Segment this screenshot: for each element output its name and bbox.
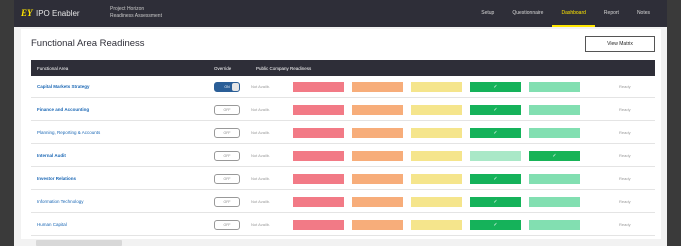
readiness-scale-cell[interactable] <box>411 128 462 138</box>
table-row: Planning, Reporting & Accounts OFF Not Ava… <box>31 123 655 144</box>
readiness-status: Not Availb. <box>251 130 271 135</box>
readiness-status: Not Availb. <box>251 222 271 227</box>
ready-label: Ready <box>619 84 631 89</box>
readiness-status: Not Availb. <box>251 84 271 89</box>
override-toggle[interactable]: OFF <box>214 220 240 230</box>
override-toggle[interactable]: OFF <box>214 197 240 207</box>
project-name: Project Horizon <box>110 6 145 12</box>
readiness-scale-cell[interactable] <box>352 197 403 207</box>
ready-label: Ready <box>619 107 631 112</box>
readiness-scale-cell[interactable] <box>293 220 344 230</box>
readiness-scale-cell[interactable] <box>529 82 580 92</box>
ready-label: Ready <box>619 199 631 204</box>
column-functional-area: Functional Area <box>37 66 69 71</box>
readiness-scale-cell[interactable] <box>293 128 344 138</box>
main-nav: Setup Questionnaire Dashboard Report Not… <box>472 0 659 27</box>
readiness-scale-cell[interactable] <box>529 174 580 184</box>
nav-dashboard[interactable]: Dashboard <box>552 0 595 27</box>
project-info: Project Horizon Readiness Assessment <box>110 6 170 20</box>
readiness-status: Not Availb. <box>251 153 271 158</box>
readiness-scale-cell[interactable] <box>352 174 403 184</box>
app-name: IPO Enabler <box>36 9 80 18</box>
check-icon: ✓ <box>493 199 498 205</box>
ready-label: Ready <box>619 176 631 181</box>
readiness-scale-cell[interactable] <box>411 105 462 115</box>
readiness-status: Not Availb. <box>251 107 271 112</box>
nav-questionnaire[interactable]: Questionnaire <box>503 0 552 27</box>
readiness-scale-cell[interactable]: ✓ <box>470 220 521 230</box>
override-toggle[interactable]: OFF <box>214 105 240 115</box>
readiness-scale-cell[interactable] <box>352 128 403 138</box>
check-icon: ✓ <box>493 107 498 113</box>
readiness-scale-cell[interactable] <box>293 197 344 207</box>
readiness-scale-cell[interactable] <box>352 105 403 115</box>
app-window: EY IPO Enabler Project Horizon Readiness… <box>14 0 667 246</box>
functional-area-link[interactable]: Investor Relations <box>37 176 76 181</box>
functional-area-link[interactable]: Planning, Reporting & Accounts <box>37 130 100 135</box>
readiness-scale-cell[interactable] <box>411 82 462 92</box>
ready-label: Ready <box>619 153 631 158</box>
readiness-scale-cell[interactable] <box>529 197 580 207</box>
readiness-scale-cell[interactable] <box>411 220 462 230</box>
check-icon: ✓ <box>493 176 498 182</box>
nav-report[interactable]: Report <box>595 0 628 27</box>
ready-label: Ready <box>619 222 631 227</box>
readiness-scale-cell[interactable]: ✓ <box>470 197 521 207</box>
functional-area-link[interactable]: Information Technology <box>37 199 83 204</box>
readiness-card: Functional Area Readiness View Matrix Fu… <box>21 29 661 239</box>
readiness-scale-cell[interactable] <box>293 174 344 184</box>
ey-logo: EY <box>21 8 33 18</box>
column-override: Override <box>214 66 232 71</box>
table-row: Investor Relations OFF Not Availb. ✓ Ready <box>31 169 655 190</box>
readiness-scale-cell[interactable] <box>529 105 580 115</box>
functional-area-link[interactable]: Internal Audit <box>37 153 66 158</box>
table-header: Functional Area Override Public Company … <box>31 60 655 76</box>
check-icon: ✓ <box>552 153 557 159</box>
readiness-scale-cell[interactable] <box>529 128 580 138</box>
readiness-status: Not Availb. <box>251 199 271 204</box>
table-row: Human Capital OFF Not Availb. ✓ Ready <box>31 215 655 236</box>
column-public-company-readiness: Public Company Readiness <box>256 66 312 71</box>
readiness-scale-cell[interactable] <box>411 197 462 207</box>
table-row: Capital Markets Strategy ON Not Availb. ✓ Re… <box>31 77 655 98</box>
override-toggle[interactable]: OFF <box>214 151 240 161</box>
override-toggle[interactable]: ON <box>214 82 240 92</box>
readiness-scale-cell[interactable]: ✓ <box>470 128 521 138</box>
readiness-scale-cell[interactable]: ✓ <box>470 82 521 92</box>
readiness-scale-cell[interactable] <box>352 82 403 92</box>
table-row: Finance and Accounting OFF Not Availb. ✓ Rea… <box>31 100 655 121</box>
back-button[interactable] <box>36 240 122 246</box>
readiness-scale-cell[interactable] <box>293 82 344 92</box>
override-toggle[interactable]: OFF <box>214 128 240 138</box>
top-navigation-bar: EY IPO Enabler Project Horizon Readiness… <box>14 0 667 27</box>
functional-area-link[interactable]: Finance and Accounting <box>37 107 89 112</box>
readiness-scale-cell[interactable] <box>352 220 403 230</box>
functional-area-link[interactable]: Human Capital <box>37 222 67 227</box>
readiness-scale-cell[interactable] <box>529 220 580 230</box>
functional-area-link[interactable]: Capital Markets Strategy <box>37 84 90 89</box>
override-toggle[interactable]: OFF <box>214 174 240 184</box>
readiness-scale-cell[interactable] <box>293 105 344 115</box>
readiness-scale-cell[interactable]: ✓ <box>529 151 580 161</box>
readiness-scale-cell[interactable] <box>352 151 403 161</box>
table-row: Information Technology OFF Not Availb. ✓ Rea… <box>31 192 655 213</box>
table-row: Internal Audit OFF Not Availb. ✓ Ready <box>31 146 655 167</box>
check-icon: ✓ <box>493 130 498 136</box>
check-icon: ✓ <box>493 222 498 228</box>
readiness-scale-cell[interactable]: ✓ <box>470 105 521 115</box>
ready-label: Ready <box>619 130 631 135</box>
readiness-scale-cell[interactable] <box>293 151 344 161</box>
nav-setup[interactable]: Setup <box>472 0 503 27</box>
readiness-scale-cell[interactable] <box>411 151 462 161</box>
project-subtitle: Readiness Assessment <box>110 13 162 19</box>
readiness-status: Not Availb. <box>251 176 271 181</box>
page-title: Functional Area Readiness <box>31 38 145 49</box>
readiness-scale-cell[interactable]: ✓ <box>470 174 521 184</box>
view-matrix-button[interactable]: View Matrix <box>585 36 655 52</box>
check-icon: ✓ <box>493 84 498 90</box>
readiness-scale-cell[interactable] <box>411 174 462 184</box>
nav-notes[interactable]: Notes <box>628 0 659 27</box>
readiness-scale-cell[interactable] <box>470 151 521 161</box>
